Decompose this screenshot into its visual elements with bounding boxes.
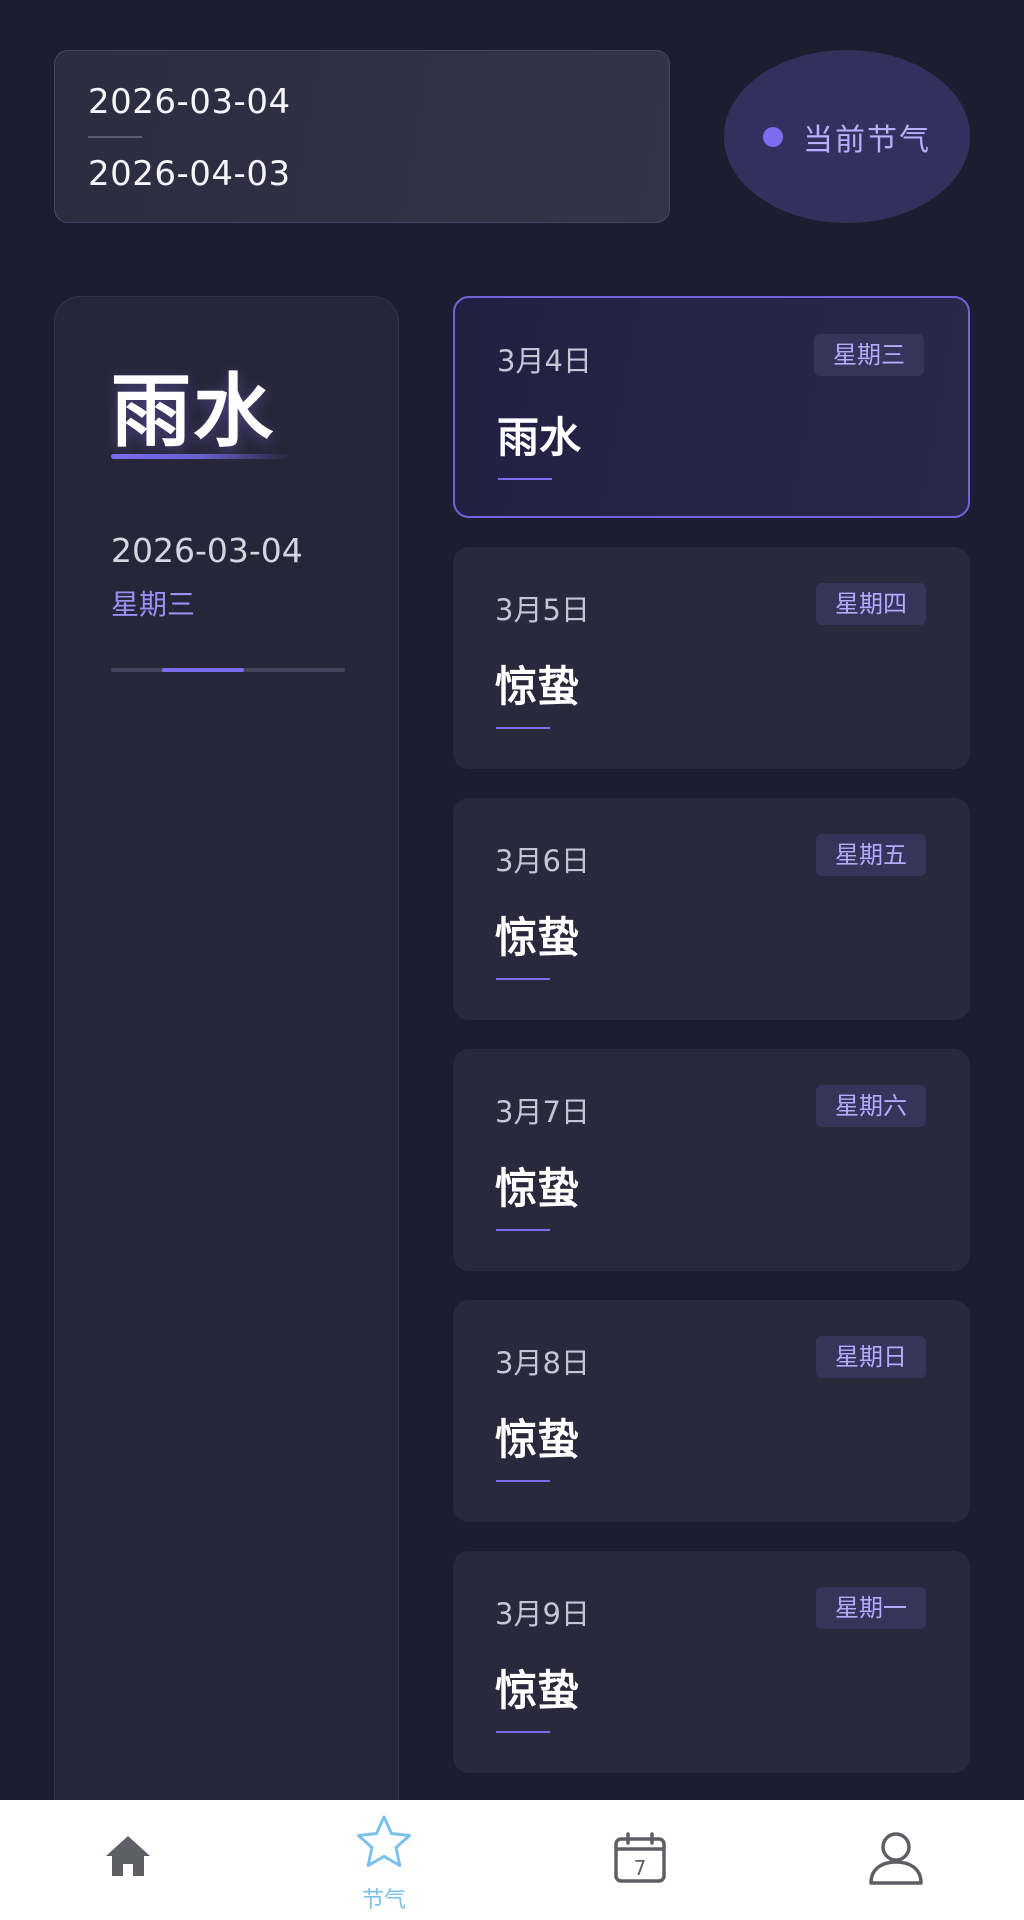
day-weekday-badge: 星期五 <box>816 834 926 876</box>
current-term-label: 当前节气 <box>803 122 931 158</box>
day-term: 惊蛰 <box>495 913 580 962</box>
day-term-underline <box>498 478 552 480</box>
range-separator <box>88 136 142 138</box>
day-term: 惊蛰 <box>495 1666 580 1715</box>
day-date: 3月6日 <box>495 844 590 878</box>
day-weekday-badge: 星期一 <box>816 1587 926 1629</box>
tab-solar-terms-label: 节气 <box>361 1888 406 1913</box>
day-term-underline <box>496 1229 550 1231</box>
day-card[interactable]: 3月7日 星期六 惊蛰 <box>453 1049 970 1271</box>
tab-calendar[interactable]: 7 <box>512 1800 768 1920</box>
solar-term-screen: 2026-03-04 2026-04-03 当前节气 雨水 2026-03-04… <box>0 0 1024 1920</box>
day-list: 3月4日 星期三 雨水 3月5日 星期四 惊蛰 3月6日 星期五 惊蛰 3月7日… <box>453 296 970 1802</box>
bottom-tab-bar: 节气 7 <box>0 1800 1024 1920</box>
day-date: 3月8日 <box>495 1346 590 1380</box>
tab-solar-terms[interactable]: 节气 <box>256 1800 512 1920</box>
day-card[interactable]: 3月8日 星期日 惊蛰 <box>453 1300 970 1522</box>
day-date: 3月4日 <box>497 344 592 378</box>
calendar-icon: 7 <box>613 1832 667 1888</box>
tab-profile[interactable] <box>768 1800 1024 1920</box>
day-card[interactable]: 3月6日 星期五 惊蛰 <box>453 798 970 1020</box>
day-term-underline <box>496 1731 550 1733</box>
day-term-underline <box>496 978 550 980</box>
day-term: 惊蛰 <box>495 662 580 711</box>
day-term: 雨水 <box>497 413 582 462</box>
range-end-date: 2026-04-03 <box>88 154 291 194</box>
current-indicator-dot <box>763 126 783 147</box>
date-range-box[interactable]: 2026-03-04 2026-04-03 <box>54 50 670 223</box>
summary-date: 2026-03-04 <box>111 531 303 570</box>
term-summary-panel: 雨水 2026-03-04 星期三 <box>54 296 399 1920</box>
user-icon <box>867 1830 925 1890</box>
day-weekday-badge: 星期六 <box>816 1085 926 1127</box>
day-date: 3月5日 <box>495 593 590 627</box>
day-term-underline <box>496 727 550 729</box>
day-card[interactable]: 3月5日 星期四 惊蛰 <box>453 547 970 769</box>
day-weekday-badge: 星期四 <box>816 583 926 625</box>
day-card[interactable]: 3月9日 星期一 惊蛰 <box>453 1551 970 1773</box>
day-card[interactable]: 3月4日 星期三 雨水 <box>453 296 970 518</box>
day-term: 惊蛰 <box>495 1415 580 1464</box>
home-icon <box>104 1834 152 1882</box>
day-date: 3月7日 <box>495 1095 590 1129</box>
current-term-button[interactable]: 当前节气 <box>724 50 970 223</box>
star-icon <box>355 1814 413 1874</box>
day-date: 3月9日 <box>495 1597 590 1631</box>
day-weekday-badge: 星期三 <box>814 334 924 376</box>
day-term: 惊蛰 <box>495 1164 580 1213</box>
day-weekday-badge: 星期日 <box>816 1336 926 1378</box>
day-term-underline <box>496 1480 550 1482</box>
calendar-icon-number: 7 <box>634 1856 647 1880</box>
term-progress-track <box>111 668 345 672</box>
range-start-date: 2026-03-04 <box>88 82 291 122</box>
tab-home[interactable] <box>0 1800 256 1920</box>
summary-term-title: 雨水 <box>111 365 275 458</box>
summary-term-underline <box>111 454 291 459</box>
summary-weekday: 星期三 <box>111 588 196 621</box>
term-progress-fill <box>162 668 245 672</box>
